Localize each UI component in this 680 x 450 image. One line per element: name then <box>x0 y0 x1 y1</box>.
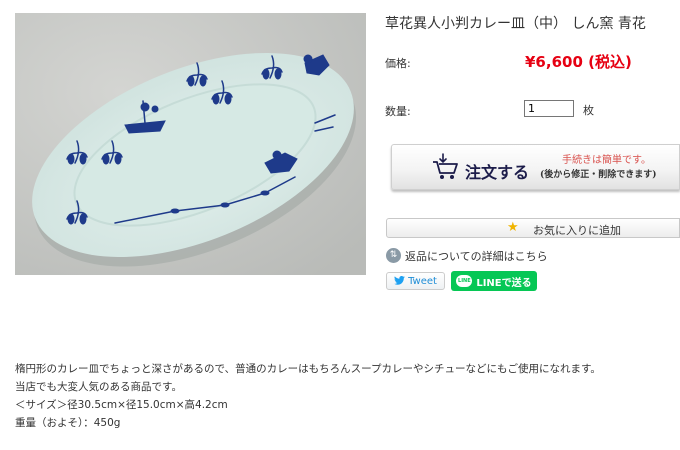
product-title: 草花異人小判カレー皿（中） しん窯 青花 <box>385 16 646 32</box>
product-photo[interactable] <box>15 13 366 275</box>
favorites-label: お気に入りに追加 <box>533 224 621 237</box>
description-line: 楕円形のカレー皿でちょっと深さがあるので、普通のカレーはもちろんスープカレーやシ… <box>15 363 601 375</box>
return-arrows-icon: ⇅ <box>386 248 401 263</box>
product-description: 楕円形のカレー皿でちょっと深さがあるので、普通のカレーはもちろんスープカレーやシ… <box>15 360 601 432</box>
line-logo-icon: LINE <box>456 275 473 287</box>
returns-info-link[interactable]: ⇅ 返品についての詳細はこちら <box>386 247 548 264</box>
shopping-cart-icon <box>432 153 460 185</box>
cart-button-subnote: (後から修正・削除できます) <box>540 170 657 180</box>
cart-button-label: 注文する <box>465 163 530 182</box>
add-to-favorites-button[interactable]: ★ お気に入りに追加 <box>386 218 680 238</box>
price-value: ¥6,600 (税込) <box>525 53 632 71</box>
line-share-button[interactable]: LINE LINEで送る <box>451 271 537 291</box>
twitter-bird-icon <box>394 275 405 288</box>
quantity-unit: 枚 <box>583 104 594 117</box>
quantity-input[interactable] <box>524 100 574 117</box>
cart-button-note: 手続きは簡単です。 <box>562 155 651 166</box>
quantity-label: 数量: <box>385 105 411 118</box>
tweet-button[interactable]: Tweet <box>386 272 445 290</box>
line-share-label: LINEで送る <box>476 277 532 289</box>
add-to-cart-button[interactable]: 注文する 手続きは簡単です。 (後から修正・削除できます) <box>391 144 680 190</box>
description-line: 当店でも大変人気のある商品です。 <box>15 381 182 393</box>
plate-illustration <box>15 13 366 275</box>
returns-link-label: 返品についての詳細はこちら <box>405 249 548 263</box>
price-label: 価格: <box>385 57 411 70</box>
star-icon: ★ <box>507 220 519 235</box>
tweet-label: Tweet <box>408 275 437 287</box>
description-size: ＜サイズ＞径30.5cm×径15.0cm×高4.2cm <box>15 399 228 411</box>
description-weight: 重量（およそ）：450g <box>15 417 121 429</box>
